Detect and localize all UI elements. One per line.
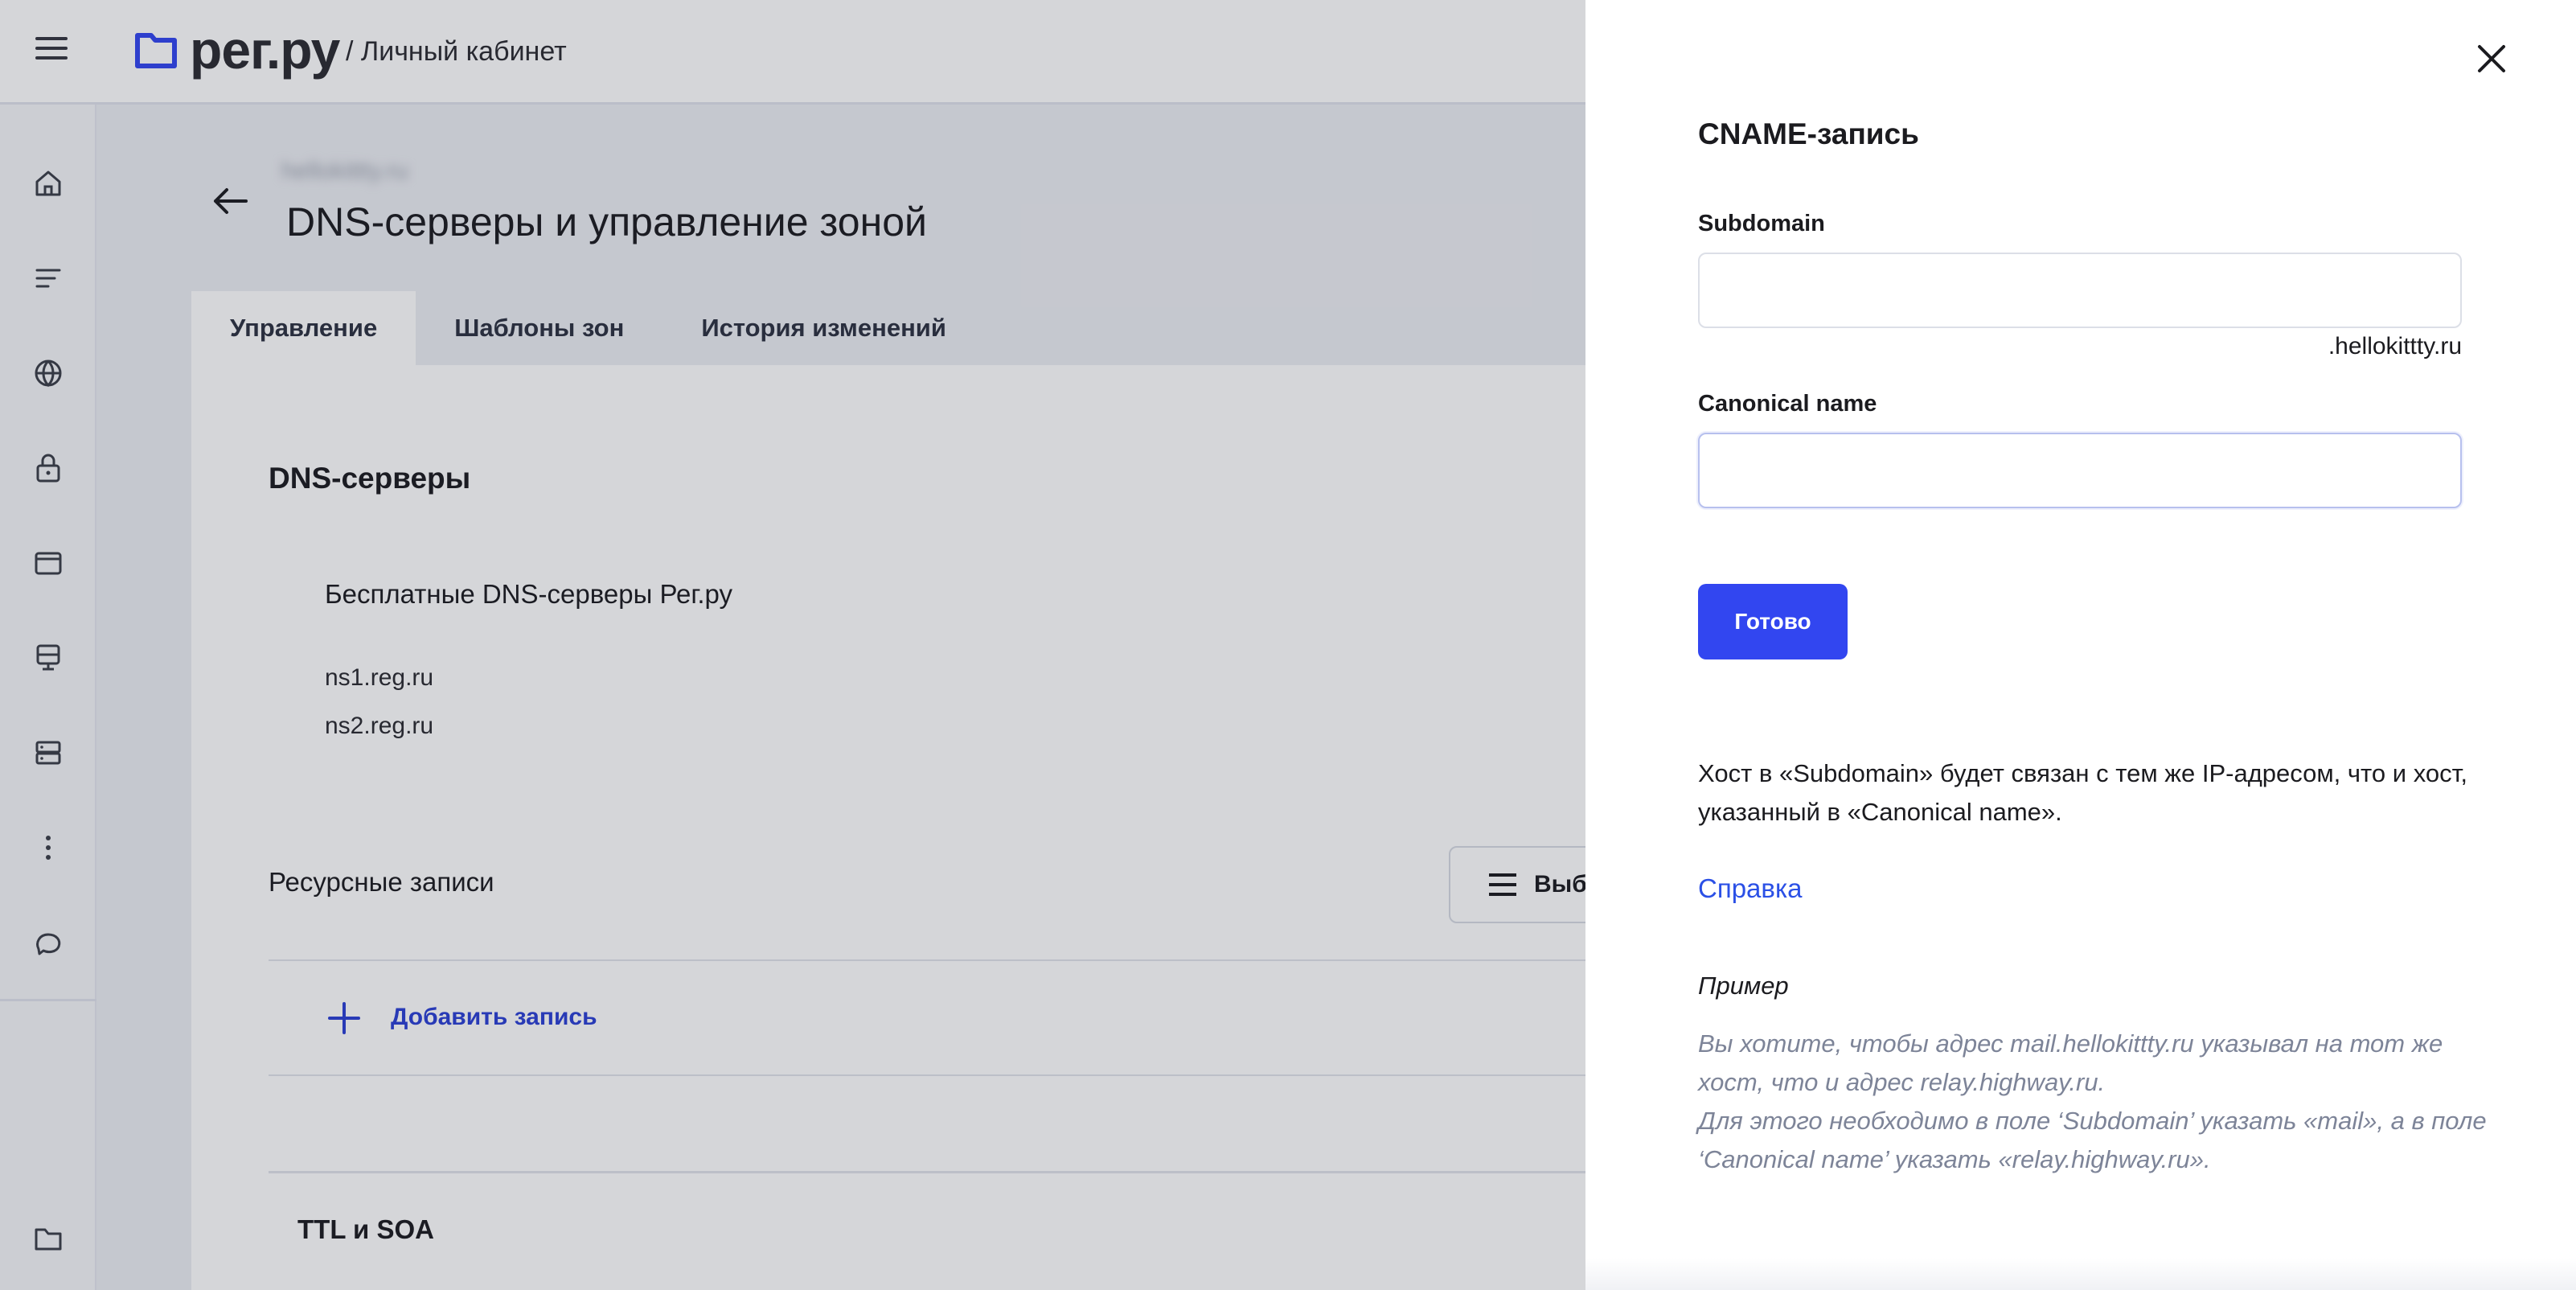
drawer-bottom-shadow bbox=[1585, 1258, 2576, 1290]
close-icon[interactable] bbox=[2475, 42, 2508, 76]
canonical-name-input[interactable] bbox=[1698, 433, 2462, 508]
canonical-name-label: Canonical name bbox=[1698, 391, 1877, 417]
subdomain-input[interactable] bbox=[1698, 253, 2462, 328]
drawer-title: CNAME-запись bbox=[1698, 117, 1919, 150]
cname-description: Хост в «Subdomain» будет связан с тем же… bbox=[1698, 759, 2467, 826]
subdomain-suffix: .hellokittty.ru bbox=[2328, 333, 2462, 359]
example-line: Для этого необходимо в поле ‘Subdomain’ … bbox=[1698, 1107, 2487, 1173]
subdomain-label: Subdomain bbox=[1698, 211, 1825, 236]
modal-backdrop[interactable] bbox=[0, 0, 1585, 1290]
example-text: Вы хотите, чтобы адрес mail.hellokittty.… bbox=[1698, 1025, 2502, 1179]
submit-button[interactable]: Готово bbox=[1698, 584, 1848, 659]
example-line: Вы хотите, чтобы адрес mail.hellokittty.… bbox=[1698, 1029, 2443, 1096]
help-link[interactable]: Справка bbox=[1698, 873, 1802, 904]
cname-drawer: CNAME-запись Subdomain .hellokittty.ru C… bbox=[1585, 0, 2576, 1290]
example-title: Пример bbox=[1698, 972, 1789, 1000]
